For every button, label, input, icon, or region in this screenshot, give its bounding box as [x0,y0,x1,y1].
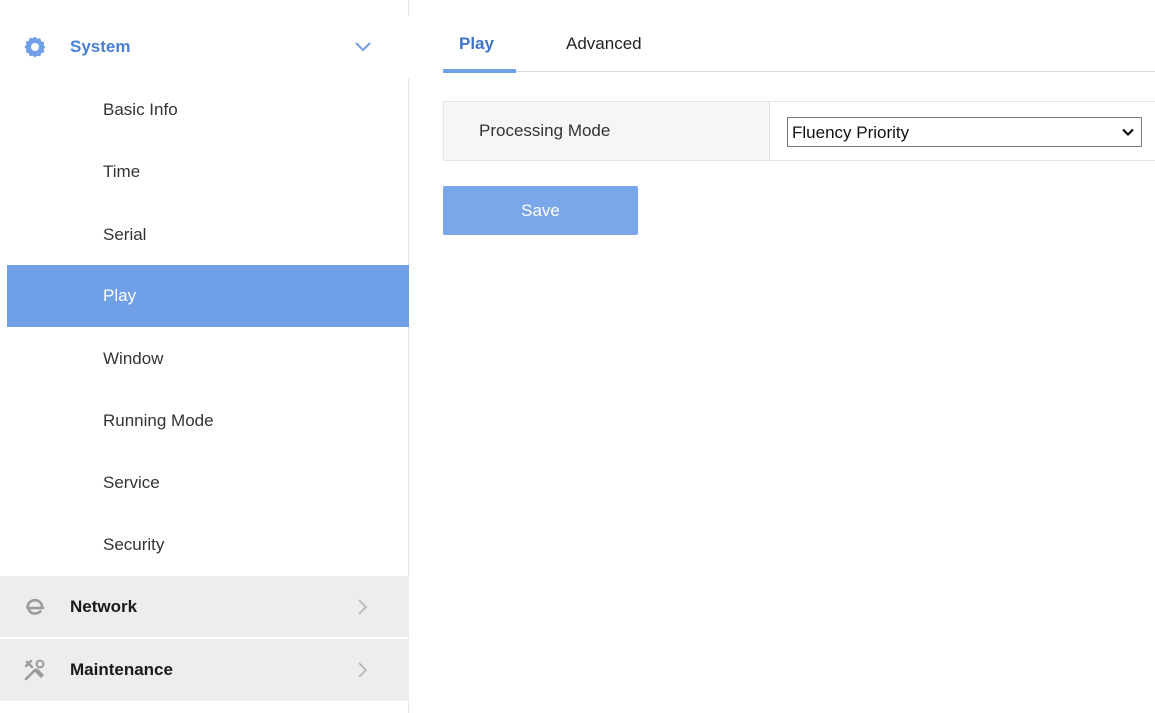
sidebar-item-time[interactable]: Time [7,141,409,203]
sidebar-item-play[interactable]: Play [7,265,409,327]
chevron-right-icon [354,661,372,679]
chevron-down-icon [354,38,372,56]
network-e-icon [22,594,48,620]
tab-play[interactable]: Play [459,34,494,72]
chevron-down-icon [1121,125,1135,139]
sidebar-group-maintenance-label: Maintenance [70,660,173,679]
tab-advanced[interactable]: Advanced [566,34,642,72]
processing-mode-select[interactable]: Fluency Priority [787,117,1142,147]
tab-advanced-label: Advanced [566,34,642,53]
sidebar-item-label: Play [103,286,137,305]
active-tab-indicator [443,69,516,73]
sidebar-item-label: Service [103,473,160,492]
sidebar-group-system-label: System [70,37,131,56]
processing-mode-selected-value: Fluency Priority [792,123,910,142]
processing-mode-value-cell: Fluency Priority [770,102,1155,160]
sidebar-group-system[interactable]: System [0,16,409,78]
sidebar-group-network-label: Network [70,596,138,616]
sidebar-group-maintenance[interactable]: Maintenance [0,639,409,701]
sidebar-item-label: Security [103,535,165,554]
sidebar-item-service[interactable]: Service [7,452,409,514]
tab-play-label: Play [459,34,494,53]
gear-icon [22,34,48,60]
processing-mode-row: Processing Mode Fluency Priority [443,101,1155,161]
save-button[interactable]: Save [443,186,638,235]
sidebar-item-window[interactable]: Window [7,328,409,390]
sidebar-item-label: Running Mode [103,411,214,430]
sidebar-item-label: Window [103,349,164,368]
sidebar-item-running-mode[interactable]: Running Mode [7,390,409,452]
sidebar-item-label: Time [103,162,141,181]
sidebar-item-label: Basic Info [103,100,178,119]
processing-mode-label-cell: Processing Mode [444,102,770,160]
sidebar-item-label: Serial [103,225,147,244]
processing-mode-label: Processing Mode [479,121,611,140]
tab-bar: Play Advanced [443,20,1155,73]
tools-icon [22,657,48,683]
sidebar-group-network[interactable]: Network [0,576,409,637]
sidebar: System Basic Info Time Serial Play Windo… [0,0,409,713]
chevron-right-icon [354,598,372,616]
sidebar-item-security[interactable]: Security [7,514,409,576]
sidebar-item-serial[interactable]: Serial [7,204,409,266]
sidebar-item-basic-info[interactable]: Basic Info [7,79,409,141]
